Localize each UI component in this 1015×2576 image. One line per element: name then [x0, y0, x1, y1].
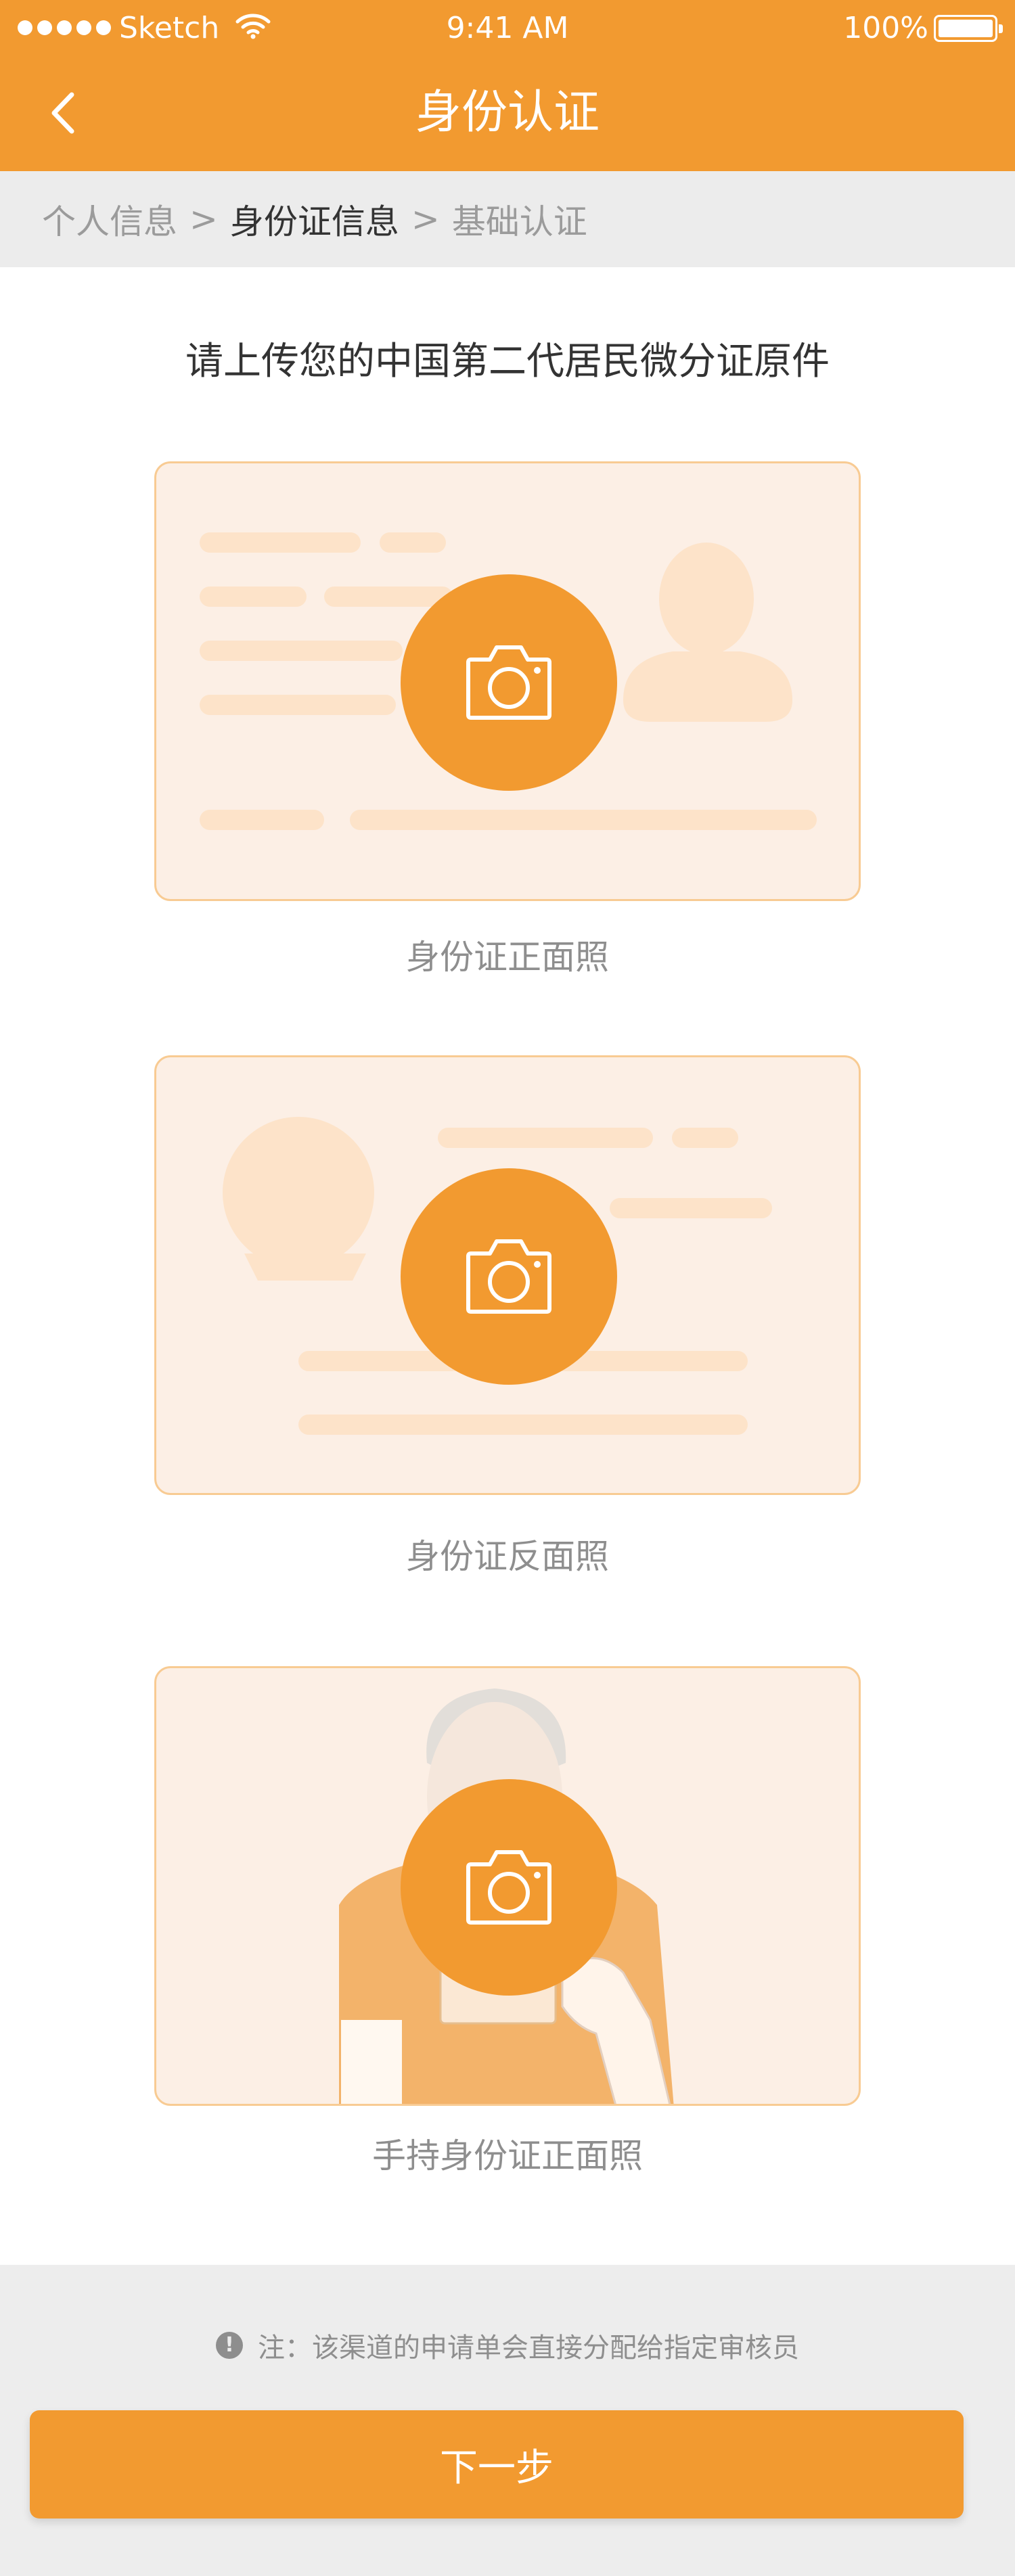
camera-upload-button[interactable] — [401, 1168, 617, 1385]
handheld-id-upload-card[interactable] — [154, 1666, 861, 2106]
id-front-caption: 身份证正面照 — [406, 938, 609, 977]
breadcrumb-separator: > — [189, 200, 218, 239]
camera-icon — [466, 1850, 551, 1925]
id-back-upload-card[interactable] — [154, 1055, 861, 1495]
page-title: 身份认证 — [415, 86, 600, 139]
breadcrumb-step-basic-auth: 基础认证 — [451, 202, 587, 242]
info-exclamation-icon: ! — [216, 2332, 243, 2359]
camera-upload-button[interactable] — [401, 574, 617, 791]
footer: ! 注：该渠道的申请单会直接分配给指定审核员 下一步 — [0, 2265, 1015, 2576]
camera-upload-button[interactable] — [401, 1779, 617, 1996]
id-back-caption: 身份证反面照 — [406, 1537, 609, 1576]
camera-icon — [466, 1239, 551, 1314]
assignment-note-text: 注：该渠道的申请单会直接分配给指定审核员 — [258, 2332, 799, 2364]
status-bar: Sketch 9:41 AM 100% — [0, 0, 1015, 58]
top-bar: Sketch 9:41 AM 100% 身份认证 — [0, 0, 1015, 171]
breadcrumb-separator: > — [411, 200, 440, 239]
battery-icon — [934, 15, 1003, 42]
camera-icon — [466, 645, 551, 720]
upload-instruction: 请上传您的中国第二代居民微分证原件 — [185, 340, 830, 384]
breadcrumb-step-id-info: 身份证信息 — [229, 202, 399, 242]
breadcrumb-step-personal-info: 个人信息 — [42, 202, 177, 242]
next-step-button[interactable]: 下一步 — [30, 2410, 964, 2518]
id-front-upload-card[interactable] — [154, 461, 861, 901]
breadcrumb: 个人信息 > 身份证信息 > 基础认证 — [0, 171, 1015, 267]
battery-percentage: 100% — [843, 11, 928, 45]
handheld-id-caption: 手持身份证正面照 — [372, 2136, 643, 2176]
assignment-note: ! 注：该渠道的申请单会直接分配给指定审核员 — [0, 2326, 1015, 2365]
